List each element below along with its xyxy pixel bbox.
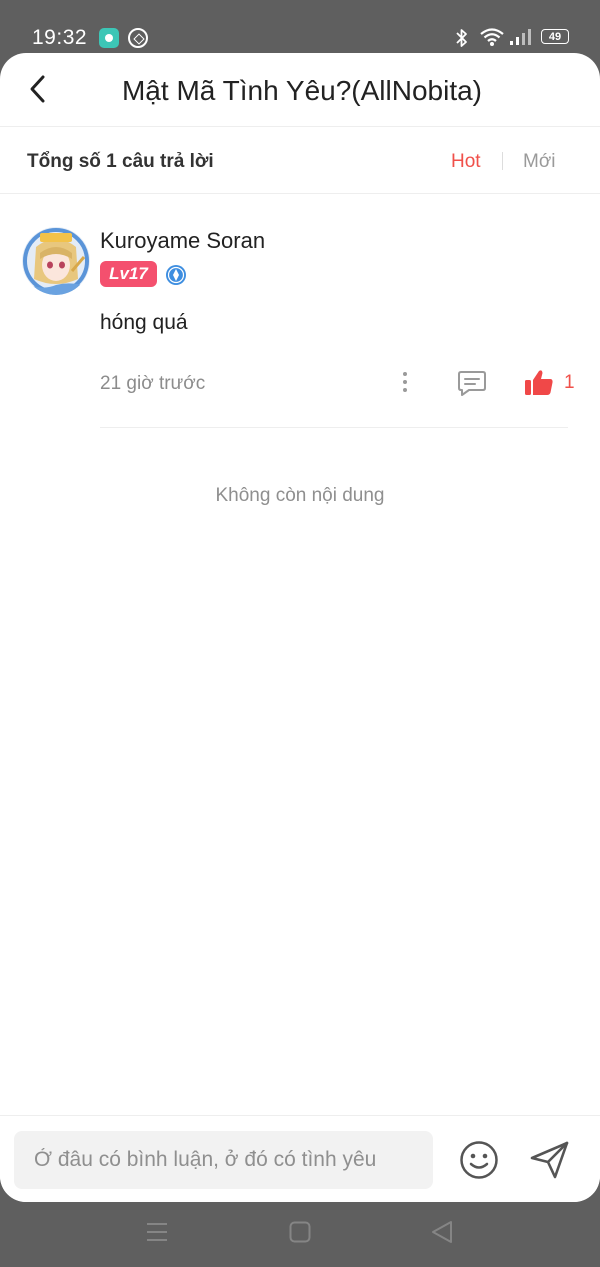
like-button[interactable]: 1 — [524, 367, 575, 399]
comment-composer — [0, 1115, 600, 1202]
app-notification-icon — [99, 28, 119, 48]
sort-tab-new[interactable]: Mới — [523, 151, 556, 173]
back-icon[interactable] — [430, 1220, 454, 1249]
emoji-icon[interactable] — [459, 1140, 499, 1185]
send-icon[interactable] — [528, 1138, 572, 1187]
answers-bar: Tổng số 1 câu trả lời Hot Mới — [0, 127, 600, 194]
page-title: Mật Mã Tình Yêu?(AllNobita) — [121, 75, 483, 106]
signal-icon — [510, 28, 532, 51]
status-time: 19:32 — [32, 26, 88, 49]
like-count: 1 — [564, 372, 575, 393]
thumbs-up-icon — [525, 370, 553, 395]
recent-apps-icon[interactable] — [146, 1222, 168, 1247]
comments-sheet: Mật Mã Tình Yêu?(AllNobita) Tổng số 1 câ… — [0, 53, 600, 1202]
answer-count: Tổng số 1 câu trả lời — [27, 151, 214, 172]
compass-icon — [128, 28, 148, 48]
author-badge-icon — [165, 264, 187, 286]
sort-divider — [502, 152, 503, 170]
status-bar: 19:32 49 — [0, 0, 600, 56]
comment-text: hóng quá — [100, 311, 188, 334]
sort-tab-hot[interactable]: Hot — [451, 151, 481, 173]
level-badge: Lv17 — [100, 261, 157, 287]
more-options-icon[interactable] — [393, 368, 417, 396]
system-nav-bar — [0, 1202, 600, 1267]
avatar[interactable] — [22, 227, 90, 295]
comment-divider — [100, 427, 568, 428]
reply-icon[interactable] — [457, 369, 487, 402]
end-of-content-message: Không còn nội dung — [215, 485, 385, 506]
username[interactable]: Kuroyame Soran — [100, 228, 265, 254]
home-icon[interactable] — [289, 1221, 311, 1248]
bluetooth-icon — [455, 28, 469, 53]
comment-input[interactable] — [14, 1131, 433, 1189]
comment-timestamp: 21 giờ trước — [100, 373, 206, 394]
header: Mật Mã Tình Yêu?(AllNobita) — [0, 53, 600, 127]
battery-icon: 49 — [541, 29, 569, 44]
comment-item: Kuroyame Soran Lv17 — [0, 194, 600, 429]
wifi-icon — [480, 27, 504, 52]
